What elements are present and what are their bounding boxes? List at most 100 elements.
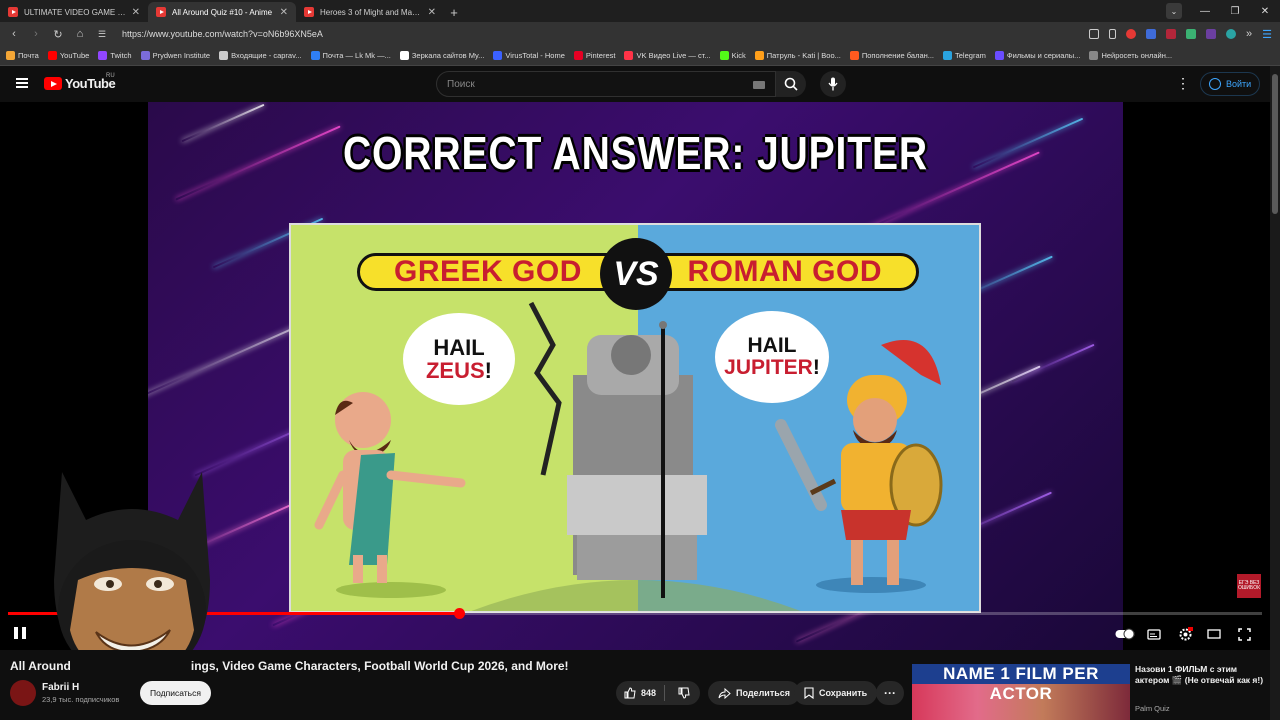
bookmark-favicon-icon <box>719 51 729 60</box>
more-actions-button[interactable]: ··· <box>876 681 904 705</box>
bookmark-favicon-icon <box>943 51 953 60</box>
browser-tab-title: ULTIMATE VIDEO GAME QUIZ #2 <box>24 7 126 17</box>
guide-menu-icon[interactable] <box>16 78 28 88</box>
subscribe-button[interactable]: Подписаться <box>140 681 211 705</box>
save-button[interactable]: Сохранить <box>794 681 878 705</box>
browser-tab-active[interactable]: All Around Quiz #10 - Anime ✕ <box>148 2 296 22</box>
site-settings-icon[interactable]: ☰ <box>96 29 108 40</box>
extension-red-icon[interactable] <box>1166 29 1176 39</box>
bookmark-item[interactable]: Pinterest <box>573 51 615 60</box>
close-tab-icon[interactable]: ✕ <box>132 7 140 18</box>
channel-avatar[interactable] <box>10 680 36 706</box>
bookmark-label: Входящие - caprav... <box>231 51 302 60</box>
save-icon <box>804 687 814 699</box>
bookmark-item[interactable]: Фильмы и сериалы... <box>994 51 1081 60</box>
bookmark-label: Twitch <box>110 51 132 60</box>
like-button[interactable]: 848 <box>616 685 666 701</box>
forward-icon[interactable]: › <box>30 28 42 40</box>
reload-icon[interactable]: ↻ <box>52 28 64 41</box>
suggested-video-channel[interactable]: Palm Quiz <box>1135 704 1170 713</box>
settings-button[interactable] <box>1176 626 1194 642</box>
fullscreen-button[interactable] <box>1236 626 1252 642</box>
back-icon[interactable]: ‹ <box>8 28 20 40</box>
pause-icon[interactable] <box>14 627 26 639</box>
bookmark-item[interactable]: Kick <box>719 51 746 60</box>
autoplay-toggle[interactable] <box>1114 626 1136 642</box>
bookmark-item[interactable]: Почта <box>6 51 39 60</box>
quiz-image-card: GREEK GOD ROMAN GOD VS HAIL ZEUS! HAIL J… <box>289 223 981 613</box>
menu-icon[interactable]: ☰ <box>1262 28 1272 41</box>
bookmark-item[interactable]: Twitch <box>98 51 132 60</box>
extension-purple-icon[interactable] <box>1206 29 1216 39</box>
extension-flask-icon[interactable] <box>1186 29 1196 39</box>
bookmark-star-icon[interactable] <box>1109 29 1116 39</box>
theater-mode-button[interactable] <box>1206 626 1222 642</box>
dislike-button[interactable] <box>670 687 698 699</box>
browser-tab[interactable]: ULTIMATE VIDEO GAME QUIZ #2 ✕ <box>0 2 148 22</box>
bookmark-favicon-icon <box>6 51 15 60</box>
close-window-icon[interactable]: ✕ <box>1250 6 1280 17</box>
bookmark-label: Зеркала сайтов My... <box>411 51 485 60</box>
bubble-jupiter-excl: ! <box>812 356 820 379</box>
bookmark-item[interactable]: Входящие - caprav... <box>219 51 302 60</box>
suggested-video-thumbnail[interactable]: NAME 1 FILM PER ACTOR <box>912 664 1130 720</box>
minimize-icon[interactable]: — <box>1190 6 1220 17</box>
share-button[interactable]: Поделиться <box>708 681 801 705</box>
video-info-section: All Around ings, Video Game Characters, F… <box>0 650 1270 720</box>
bookmark-favicon-icon <box>573 51 583 60</box>
thumbs-down-icon <box>678 687 690 699</box>
youtube-logo[interactable]: YouTube RU <box>44 73 116 91</box>
suggested-video-title[interactable]: Назови 1 ФИЛЬМ с этим актером 🎬 (Не отве… <box>1135 664 1267 687</box>
home-icon[interactable]: ⌂ <box>74 28 86 40</box>
voice-search-button[interactable] <box>820 71 846 97</box>
save-label: Сохранить <box>819 688 868 698</box>
scrollbar-thumb[interactable] <box>1272 74 1278 214</box>
extension-youtube-icon[interactable] <box>1126 29 1136 39</box>
browser-tab-strip: ULTIMATE VIDEO GAME QUIZ #2 ✕ All Around… <box>0 0 1280 22</box>
channel-watermark[interactable]: ЕГЭ ВЕЗ ОШИБОК <box>1237 574 1261 598</box>
gear-icon <box>1179 626 1193 640</box>
bookmark-item[interactable]: VK Видео Live — ст... <box>624 51 711 60</box>
install-app-icon[interactable] <box>1089 29 1099 39</box>
bookmark-item[interactable]: Prydwen Institute <box>140 51 210 60</box>
extension-puzzle-icon[interactable] <box>1146 29 1156 39</box>
bookmark-favicon-icon <box>754 51 764 60</box>
bookmark-label: Почта — Lk Mk —... <box>322 51 391 60</box>
login-button[interactable]: Войти <box>1200 72 1261 96</box>
bookmark-item[interactable]: Пополнение балан... <box>849 51 935 60</box>
subtitles-icon <box>1147 628 1161 640</box>
channel-name[interactable]: Fabrii H <box>42 682 79 693</box>
new-tab-button[interactable]: + <box>444 2 464 22</box>
bookmark-item[interactable]: Telegram <box>943 51 986 60</box>
theater-icon <box>1207 629 1221 639</box>
restore-icon[interactable]: ❐ <box>1220 6 1250 17</box>
page-scrollbar[interactable] <box>1270 66 1280 720</box>
settings-more-icon[interactable]: ⋮ <box>1176 76 1190 90</box>
bookmark-item[interactable]: Нейросеть онлайн... <box>1089 51 1172 60</box>
banner-right-label: ROMAN GOD <box>687 255 882 288</box>
bookmark-item[interactable]: Зеркала сайтов My... <box>399 51 485 60</box>
close-tab-icon[interactable]: ✕ <box>428 7 436 18</box>
url-field[interactable]: https://www.youtube.com/watch?v=oN6b96XN… <box>122 29 1079 39</box>
bookmark-item[interactable]: VirusTotal - Home <box>493 51 565 60</box>
bookmark-label: Kick <box>731 51 746 60</box>
bookmark-favicon-icon <box>624 51 634 60</box>
subtitles-button[interactable] <box>1146 626 1162 642</box>
keyboard-icon[interactable] <box>753 81 765 89</box>
search-input[interactable]: Поиск <box>436 71 776 97</box>
youtube-header: YouTube RU Поиск ⋮ Войти <box>0 66 1280 102</box>
bookmark-item[interactable]: Патруль - Kati | Boo... <box>754 51 841 60</box>
tab-search-icon[interactable]: ⌄ <box>1166 3 1182 19</box>
bubble-jupiter-line1: HAIL <box>747 333 797 357</box>
search-button[interactable] <box>776 71 806 97</box>
browser-tab[interactable]: Heroes 3 of Might and Magic So ✕ <box>296 2 444 22</box>
profile-avatar-icon[interactable] <box>1226 29 1236 39</box>
youtube-favicon-icon <box>156 7 166 17</box>
bookmark-label: Почта <box>18 51 39 60</box>
more-chevron-icon[interactable]: » <box>1246 28 1252 40</box>
bookmark-label: Пополнение балан... <box>861 51 935 60</box>
bookmark-item[interactable]: YouTube <box>47 51 89 60</box>
bookmark-item[interactable]: Почта — Lk Mk —... <box>310 51 391 60</box>
bookmark-label: Фильмы и сериалы... <box>1006 51 1081 60</box>
close-tab-icon[interactable]: ✕ <box>280 7 288 18</box>
